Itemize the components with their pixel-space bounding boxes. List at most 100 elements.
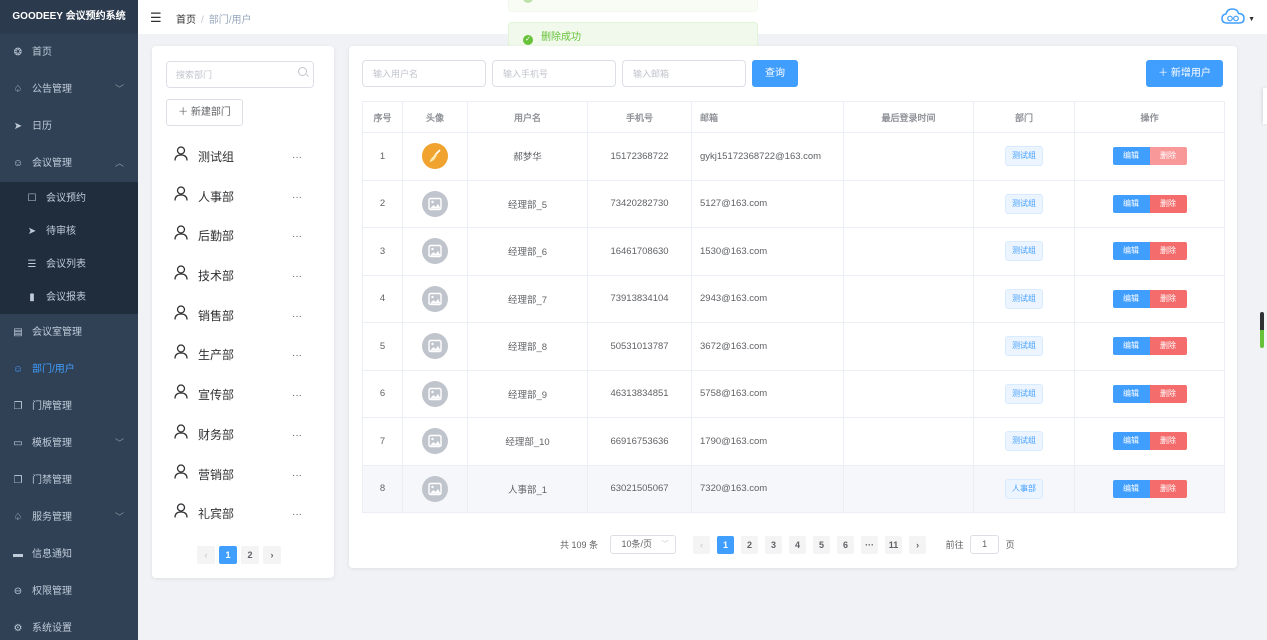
sidebar-item[interactable]: ❐ 门牌管理 xyxy=(0,388,138,425)
user-icon: ☺ xyxy=(12,158,24,169)
sidebar-item[interactable]: ▬ 信息通知 xyxy=(0,536,138,573)
lock-icon: ⊖ xyxy=(13,586,23,597)
sidebar-item[interactable]: ☐ 会议预约 xyxy=(0,182,138,215)
department-tag: 测试组 xyxy=(1005,431,1043,452)
department-item[interactable]: 营销部 ··· xyxy=(152,456,334,496)
sidebar-item[interactable]: ▭ 模板管理 ﹀ xyxy=(0,425,138,462)
department-item[interactable]: 销售部 ··· xyxy=(152,297,334,337)
sidebar-item[interactable]: ♤ 服务管理 ﹀ xyxy=(0,499,138,536)
department-item[interactable]: 后勤部 ··· xyxy=(152,217,334,257)
goto-page-input[interactable]: 1 xyxy=(970,535,1000,554)
department-item[interactable]: 财务部 ··· xyxy=(152,416,334,456)
query-button[interactable]: 查询 xyxy=(752,60,798,87)
sidebar-item[interactable]: ▮ 会议报表 xyxy=(0,281,138,314)
page-button[interactable]: 2 xyxy=(241,546,259,564)
department-name: 财务部 xyxy=(198,427,235,442)
more-icon[interactable]: ··· xyxy=(292,178,302,218)
delete-button[interactable]: 删除 xyxy=(1149,479,1187,498)
delete-button[interactable]: 删除 xyxy=(1149,242,1187,261)
sidebar-item[interactable]: ❐ 门禁管理 xyxy=(0,462,138,499)
cloud-avatar-icon[interactable] xyxy=(1221,7,1245,28)
page-size-select[interactable]: 10条/页 ﹀ xyxy=(609,535,676,554)
delete-button[interactable]: 删除 xyxy=(1149,289,1187,308)
prev-page-button[interactable]: ‹ xyxy=(693,535,711,554)
prev-page-button[interactable]: ‹ xyxy=(197,546,215,564)
more-icon[interactable]: ··· xyxy=(292,495,302,535)
page-button[interactable]: 1 xyxy=(219,546,237,564)
department-tag: 测试组 xyxy=(1005,193,1043,214)
more-icon[interactable]: ··· xyxy=(292,297,302,337)
edit-button[interactable]: 编辑 xyxy=(1112,479,1150,498)
page-list: ‹ 1 2 3 4 5 6 ··· 11 › xyxy=(693,535,933,554)
sidebar-item[interactable]: ☺ 部门/用户 xyxy=(0,351,138,388)
next-page-button[interactable]: › xyxy=(909,535,927,554)
row-number: 5 xyxy=(362,322,403,371)
edit-button[interactable]: 编辑 xyxy=(1112,147,1150,166)
edit-button[interactable]: 编辑 xyxy=(1112,384,1150,403)
edit-button[interactable]: 编辑 xyxy=(1112,337,1150,356)
email-input[interactable] xyxy=(622,60,746,87)
page-button[interactable]: 11 xyxy=(885,535,903,554)
edit-icon: ☐ xyxy=(27,193,37,204)
sidebar-item[interactable]: ☰ 会议列表 xyxy=(0,248,138,281)
department-item[interactable]: 宣传部 ··· xyxy=(152,376,334,416)
column-header: 手机号 xyxy=(587,101,692,133)
phone-input[interactable] xyxy=(492,60,616,87)
avatar xyxy=(422,238,448,265)
sidebar-item[interactable]: ⚙ 系统设置 xyxy=(0,610,138,640)
sidebar-menu: ❂ 首页 ♤ 公告管理 ﹀ ➤ 日历 ☺ 会议管理 ︿ ☐ 会议预约 ➤ 待审核 ☰ 会议列表 ▮ 会议报表 ▤ 会议… xyxy=(0,34,138,640)
sidebar-item[interactable]: ➤ 待审核 xyxy=(0,215,138,248)
department-item[interactable]: 测试组 ··· xyxy=(152,138,334,178)
delete-button[interactable]: 删除 xyxy=(1149,337,1187,356)
scrollbar-indicator[interactable] xyxy=(1260,312,1264,348)
more-icon[interactable]: ··· xyxy=(292,336,302,376)
menu-toggle-icon[interactable]: ☰ xyxy=(150,10,162,26)
next-page-button[interactable]: › xyxy=(263,546,281,564)
goto-label: 前往 xyxy=(945,540,964,550)
sidebar-item[interactable]: ⊖ 权限管理 xyxy=(0,573,138,610)
more-icon[interactable]: ··· xyxy=(292,217,302,257)
delete-button[interactable]: 删除 xyxy=(1149,432,1187,451)
sidebar-item-label: 会议管理 xyxy=(32,158,72,169)
more-icon[interactable]: ··· xyxy=(292,376,302,416)
edit-button[interactable]: 编辑 xyxy=(1112,194,1150,213)
page-button[interactable]: 1 xyxy=(717,535,735,554)
right-edge-tab[interactable] xyxy=(1263,88,1267,124)
page-button[interactable]: 6 xyxy=(837,535,855,554)
last-login-cell xyxy=(843,274,974,323)
sidebar-item[interactable]: ➤ 日历 xyxy=(0,108,138,145)
search-icon xyxy=(298,67,307,76)
new-department-button[interactable]: ＋ 新建部门 xyxy=(166,99,243,126)
sidebar-item[interactable]: ❂ 首页 xyxy=(0,34,138,71)
sidebar-item[interactable]: ▤ 会议室管理 xyxy=(0,314,138,351)
page-button[interactable]: 3 xyxy=(765,535,783,554)
breadcrumb-home[interactable]: 首页 xyxy=(176,15,196,26)
edit-button[interactable]: 编辑 xyxy=(1112,289,1150,308)
page-button[interactable]: 4 xyxy=(789,535,807,554)
department-item[interactable]: 人事部 ··· xyxy=(152,178,334,218)
edit-button[interactable]: 编辑 xyxy=(1112,242,1150,261)
more-icon[interactable]: ··· xyxy=(292,138,302,178)
last-login-cell xyxy=(843,417,974,466)
page-button[interactable]: 5 xyxy=(813,535,831,554)
department-item[interactable]: 礼宾部 ··· xyxy=(152,495,334,535)
username-input[interactable] xyxy=(362,60,486,87)
caret-down-icon[interactable]: ▼ xyxy=(1248,16,1255,23)
edit-button[interactable]: 编辑 xyxy=(1112,432,1150,451)
add-user-button[interactable]: ＋ 新增用户 xyxy=(1146,60,1223,87)
more-pages-icon[interactable]: ··· xyxy=(861,535,879,554)
more-icon[interactable]: ··· xyxy=(292,416,302,456)
page-button[interactable]: 2 xyxy=(741,535,759,554)
department-search-input[interactable] xyxy=(166,61,314,88)
more-icon[interactable]: ··· xyxy=(292,456,302,496)
sidebar-item-label: 会议预约 xyxy=(46,193,86,204)
sidebar-item[interactable]: ☺ 会议管理 ︿ xyxy=(0,145,138,182)
department-item[interactable]: 生产部 ··· xyxy=(152,336,334,376)
more-icon[interactable]: ··· xyxy=(292,257,302,297)
delete-button[interactable]: 删除 xyxy=(1149,147,1187,166)
delete-button[interactable]: 删除 xyxy=(1149,194,1187,213)
department-name: 礼宾部 xyxy=(198,507,235,522)
department-item[interactable]: 技术部 ··· xyxy=(152,257,334,297)
sidebar-item[interactable]: ♤ 公告管理 ﹀ xyxy=(0,71,138,108)
delete-button[interactable]: 删除 xyxy=(1149,384,1187,403)
